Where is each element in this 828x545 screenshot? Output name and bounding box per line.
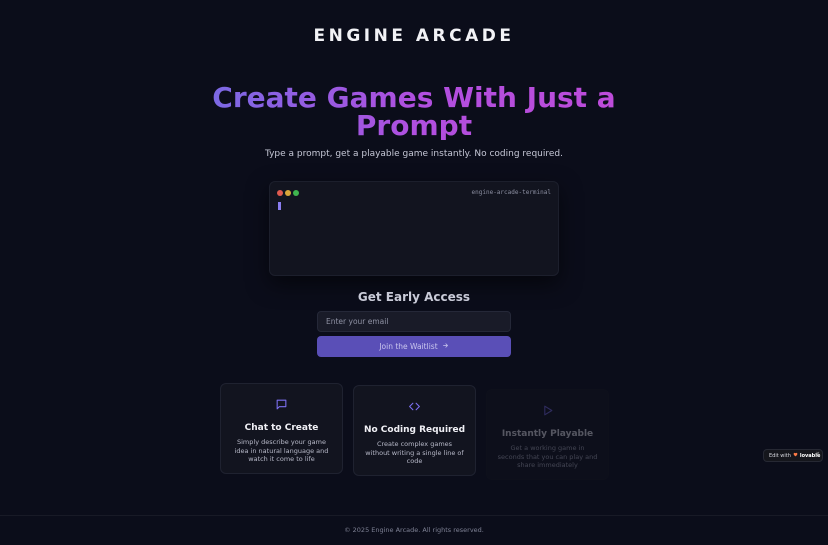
email-input[interactable] xyxy=(317,311,511,332)
chat-bubble-icon xyxy=(221,398,342,411)
footer-copyright: © 2025 Engine Arcade. All rights reserve… xyxy=(344,526,484,534)
hero-title: Create Games With Just a Prompt xyxy=(164,84,664,140)
terminal-close-dot xyxy=(277,190,283,196)
feature-title: Instantly Playable xyxy=(501,429,594,439)
feature-card-chat: Chat to Create Simply describe your game… xyxy=(220,383,343,474)
code-brackets-icon xyxy=(354,400,475,413)
join-waitlist-button[interactable]: Join the Waitlist xyxy=(317,336,511,357)
edit-with-lovable-badge[interactable]: Edit with lovable × xyxy=(763,449,823,462)
feature-description: Simply describe your game idea in natura… xyxy=(234,438,329,463)
feature-title: Chat to Create xyxy=(244,423,319,433)
feature-title: No Coding Required xyxy=(363,425,466,435)
arrow-right-icon xyxy=(442,342,449,351)
feature-description: Create complex games without writing a s… xyxy=(365,440,464,465)
brand-title: ENGINE ARCADE xyxy=(313,26,515,46)
badge-prefix: Edit with xyxy=(769,452,791,459)
prompt-terminal[interactable]: engine-arcade-terminal xyxy=(269,181,559,276)
join-waitlist-label: Join the Waitlist xyxy=(379,342,438,351)
close-icon[interactable]: × xyxy=(816,451,820,457)
terminal-minimize-dot xyxy=(285,190,291,196)
terminal-title: engine-arcade-terminal xyxy=(471,189,551,196)
terminal-maximize-dot xyxy=(293,190,299,196)
feature-description: Get a working game in seconds that you c… xyxy=(497,444,598,469)
feature-card-playable: Instantly Playable Get a working game in… xyxy=(486,389,609,480)
hero-subtitle: Type a prompt, get a playable game insta… xyxy=(264,149,563,159)
play-icon xyxy=(487,404,608,417)
early-access-heading: Get Early Access xyxy=(357,290,471,304)
feature-card-no-code: No Coding Required Create complex games … xyxy=(353,385,476,476)
heart-icon xyxy=(793,452,798,459)
terminal-cursor xyxy=(278,202,281,210)
footer-divider xyxy=(0,515,828,516)
